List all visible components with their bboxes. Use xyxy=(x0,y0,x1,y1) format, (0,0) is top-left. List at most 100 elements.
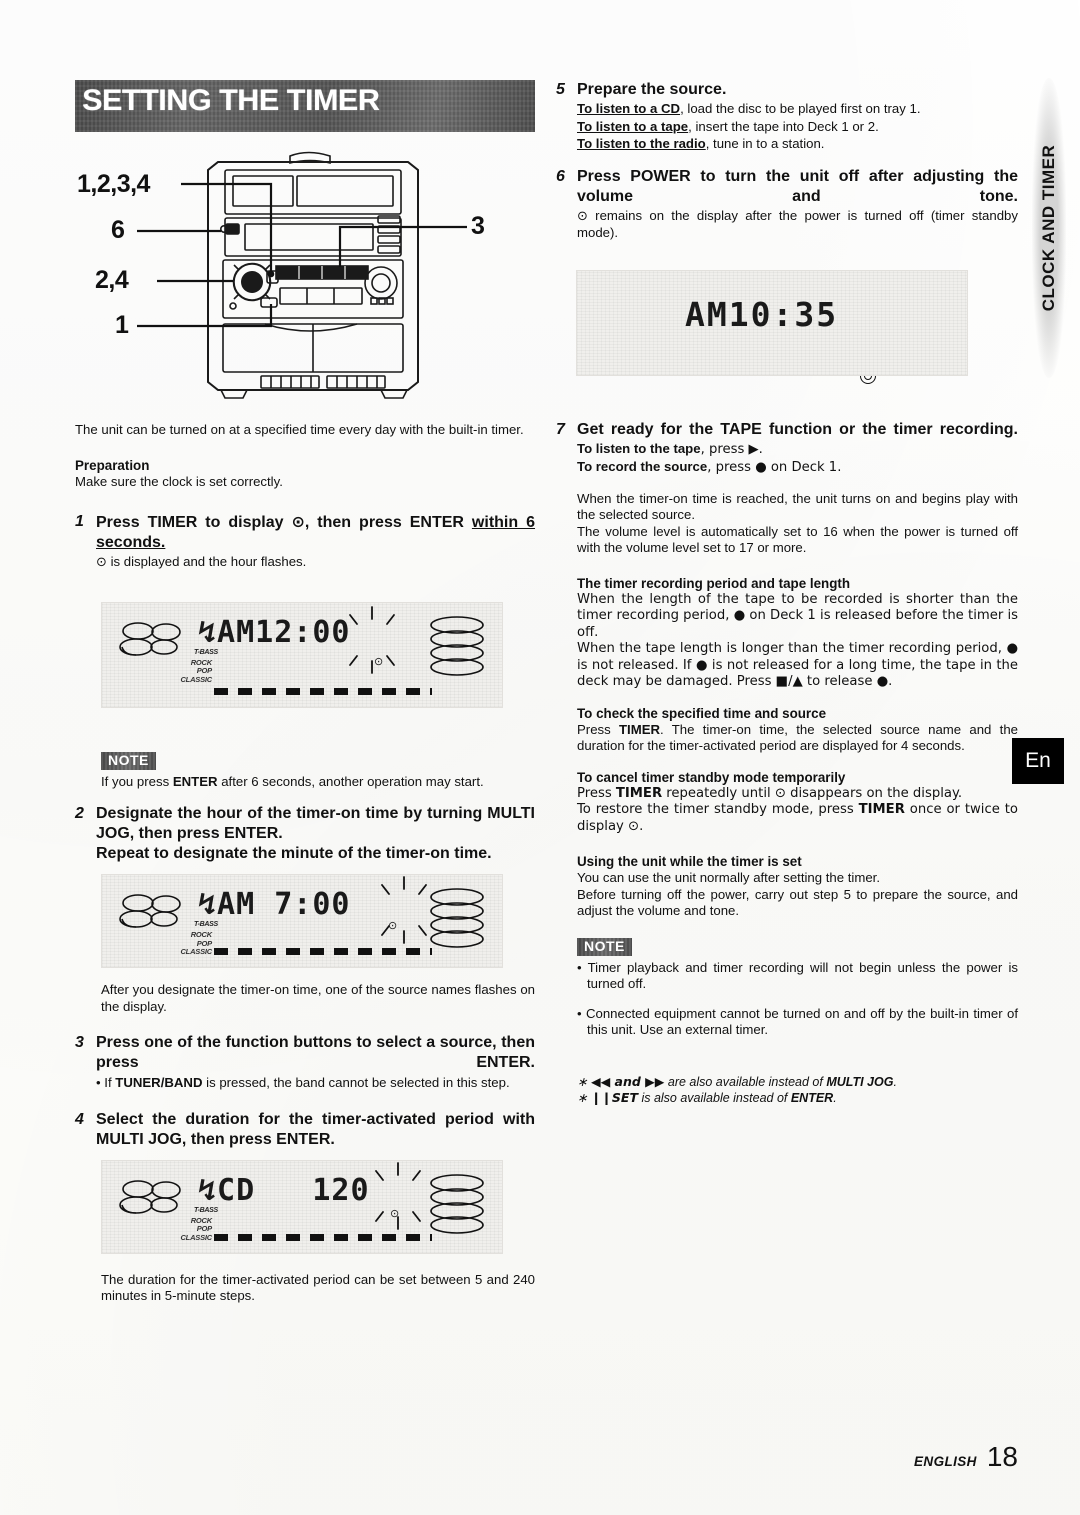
step-2-number: 2 xyxy=(75,805,84,822)
t-bass-label: T-BASS xyxy=(194,921,218,928)
note-2-bullet-1: • Timer playback and timer recording wil… xyxy=(577,959,1018,992)
sec1-p2: When the tape length is longer than the … xyxy=(577,641,1018,689)
lcd-display-1: T-BASS ↯AM12:00 ROCK POP CLASSIC ⊙ xyxy=(101,601,503,708)
eq-preset-labels: ROCK POP CLASSIC xyxy=(160,658,212,685)
step-5-line-3-text: , tune in to a station. xyxy=(705,136,825,151)
footnote-1: ∗ ◀◀ and ▶▶ are also available instead o… xyxy=(577,1074,1018,1091)
skip-buttons-icon: ◀◀ and ▶▶ xyxy=(590,1073,665,1089)
step-1-title-b: , then press ENTER xyxy=(304,514,472,531)
step-4: 4 Select the duration for the timer-acti… xyxy=(75,1110,535,1150)
step-4-title: Select the duration for the timer-activa… xyxy=(96,1110,535,1148)
footnote-1-end: . xyxy=(893,1074,897,1089)
lcd-4-text: AM10:35 xyxy=(685,294,839,334)
step-5-line-1: To listen to a CD, load the disc to be p… xyxy=(577,101,1018,118)
pause-set-icon: ❙❙SET xyxy=(590,1090,638,1106)
footnote-1-bold: MULTI JOG xyxy=(826,1074,894,1089)
step-1-number: 1 xyxy=(75,513,84,530)
callout-3: 3 xyxy=(471,212,485,240)
stereo-system-diagram: 1,2,3,4 6 2,4 1 3 xyxy=(75,148,535,408)
step-5-line-1-text: , load the disc to be played first on tr… xyxy=(680,101,921,116)
footnote-2-mark: ∗ xyxy=(577,1091,591,1106)
language-tab-label: En xyxy=(1025,749,1051,772)
step-5-line-3: To listen to the radio, tune in to a sta… xyxy=(577,136,1018,153)
step-3-bullet-bold: TUNER/BAND xyxy=(115,1075,203,1090)
after-step-2-text: After you designate the timer-on time, o… xyxy=(101,982,535,1014)
step-5-line-3-label: To listen to the radio xyxy=(577,136,706,151)
step-5-line-2-label: To listen to a tape xyxy=(577,118,689,134)
step-6-number: 6 xyxy=(556,167,565,185)
side-tab-label: CLOCK AND TIMER xyxy=(1039,144,1058,312)
step-6-title: Press POWER to turn the unit off after a… xyxy=(577,167,1018,205)
step-5-number: 5 xyxy=(556,81,565,98)
lcd-2-text: ↯AM 7:00 xyxy=(198,887,351,922)
manual-page: SETTING THE TIMER 1,2,3,4 6 2,4 1 3 The … xyxy=(0,0,1080,1515)
step-1-sub: ⊙ is displayed and the hour flashes. xyxy=(96,554,535,572)
right-column: 5 Prepare the source. To listen to a CD,… xyxy=(556,80,1018,1107)
disc-stack-icon xyxy=(430,888,484,948)
step-6-sub: ⊙ remains on the display after the power… xyxy=(577,208,1018,242)
display-4-wrapper: AM10:35 xyxy=(556,269,1018,420)
disc-tray-icon xyxy=(119,894,181,928)
sec3-p2-a: To restore the timer standby mode, press xyxy=(577,802,859,817)
note-badge: NOTE xyxy=(577,938,632,956)
step-2-title-line1: Designate the hour of the timer-on time … xyxy=(96,805,535,842)
section-check-time-source: To check the specified time and source P… xyxy=(556,705,1018,755)
footnote-1-mark: ∗ xyxy=(577,1074,591,1089)
step-3-bullet-a: • If xyxy=(96,1075,116,1090)
step-5: 5 Prepare the source. To listen to a CD,… xyxy=(556,80,1018,153)
after-step-7-block: When the timer-on time is reached, the u… xyxy=(556,491,1018,557)
disc-stack-icon xyxy=(430,615,484,676)
step-2-title-line2: Repeat to designate the minute of the ti… xyxy=(96,845,492,862)
step-7-line-1: To listen to the tape, press ▶. xyxy=(577,441,1018,459)
callout-1234: 1,2,3,4 xyxy=(77,170,150,198)
t-bass-label: T-BASS xyxy=(194,648,218,656)
side-tab-clock-and-timer: CLOCK AND TIMER xyxy=(1032,78,1066,378)
eq-classic: CLASSIC xyxy=(180,674,212,684)
disc-stack-icon xyxy=(430,1173,484,1234)
footnote-1-text: are also available instead of xyxy=(664,1074,827,1089)
step-7: 7 Get ready for the TAPE function or the… xyxy=(556,420,1018,477)
eq-classic: CLASSIC xyxy=(180,1232,212,1242)
preparation-heading: Preparation xyxy=(75,457,150,473)
footnote-2-bold: ENTER xyxy=(790,1091,834,1106)
footnotes: ∗ ◀◀ and ▶▶ are also available instead o… xyxy=(556,1074,1018,1107)
page-footer: ENGLISH 18 xyxy=(914,1441,1018,1473)
eq-classic: CLASSIC xyxy=(180,947,212,957)
disc-tray-icon xyxy=(119,1179,181,1214)
eq-preset-labels: ROCK POP CLASSIC xyxy=(160,1216,212,1243)
footer-language: ENGLISH xyxy=(914,1454,977,1469)
t-bass-label: T-BASS xyxy=(194,1206,218,1214)
clock-icon: ⊙ xyxy=(291,512,305,531)
sec4-p1: You can use the unit normally after sett… xyxy=(577,870,880,885)
step-7-line-1-label: To listen to the tape xyxy=(577,440,701,456)
footnote-2-end: . xyxy=(833,1091,837,1106)
sec3-p1-a: Press xyxy=(577,785,616,801)
level-dash-bar xyxy=(214,1233,432,1241)
callout-6: 6 xyxy=(111,216,125,244)
step-3-bullet-b: is pressed, the band cannot be selected … xyxy=(202,1075,510,1090)
step-7-line-2-label: To record the source xyxy=(577,459,708,474)
step-7-line-1-text: , press ▶. xyxy=(700,441,763,457)
note-2-bullet-2: • Connected equipment cannot be turned o… xyxy=(577,1005,1018,1038)
left-column: SETTING THE TIMER 1,2,3,4 6 2,4 1 3 The … xyxy=(75,80,535,1305)
step-7-title: Get ready for the TAPE function or the t… xyxy=(577,420,1018,438)
section-timer-recording-period: The timer recording period and tape leng… xyxy=(556,575,1018,691)
sec1-p1: When the length of the tape to be record… xyxy=(577,591,1018,640)
sec3-p2: To restore the timer standby mode, press… xyxy=(577,802,1018,835)
lcd-3-text: ↯CD 120 xyxy=(198,1172,370,1208)
step-1-sub-text: is displayed and the hour flashes. xyxy=(106,554,307,569)
lcd-display-2: T-BASS ↯AM 7:00 ROCK POP CLASSIC ⊙ xyxy=(101,874,503,968)
sec2-p1: Press TIMER. The timer-on time, the sele… xyxy=(577,722,1018,755)
preparation-text: Make sure the clock is set correctly. xyxy=(75,473,283,489)
footnote-2: ∗ ❙❙SET is also available instead of ENT… xyxy=(577,1090,1018,1107)
step-2: 2 Designate the hour of the timer-on tim… xyxy=(75,804,535,864)
clock-indicator-icon: ⊙ xyxy=(374,655,384,668)
clock-icon: ⊙ xyxy=(577,208,588,224)
step-6-sub-text: remains on the display after the power i… xyxy=(577,207,1018,241)
note-1-text-a: If you press xyxy=(101,773,173,789)
step-6: 6 Press POWER to turn the unit off after… xyxy=(556,167,1018,242)
section-title: SETTING THE TIMER xyxy=(82,84,380,117)
disc-tray-icon xyxy=(119,621,181,656)
note-block-2: NOTE • Timer playback and timer recordin… xyxy=(556,938,1018,1039)
step-3-title: Press one of the function buttons to sel… xyxy=(96,1034,535,1071)
